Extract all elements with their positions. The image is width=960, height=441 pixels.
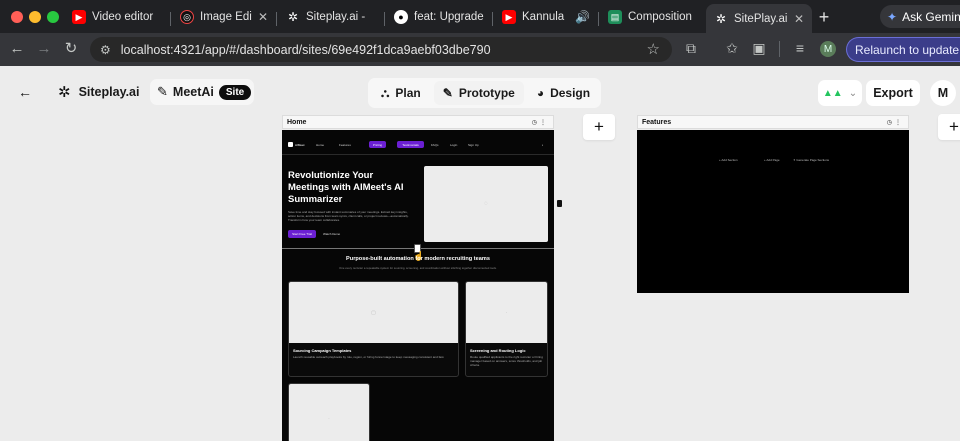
card-image-placeholder: · bbox=[289, 384, 369, 441]
plus-icon: + bbox=[594, 117, 604, 136]
browser-tab[interactable]: ✲ Siteplay.ai - bbox=[278, 4, 384, 30]
sitemap-icon: ⛬ bbox=[381, 85, 390, 100]
browser-tab[interactable]: ▶ Video editor bbox=[64, 4, 170, 30]
youtube-icon: ▶ bbox=[502, 10, 516, 24]
user-avatar[interactable]: M bbox=[930, 80, 956, 106]
close-tab-icon[interactable]: ✕ bbox=[258, 10, 268, 24]
maximize-window-button[interactable] bbox=[47, 11, 59, 23]
card-image-placeholder: ▢ bbox=[289, 282, 458, 343]
feature-card[interactable]: · bbox=[288, 383, 370, 441]
url-text: localhost:4321/app/#/dashboard/sites/69e… bbox=[120, 42, 491, 57]
section-heading: Purpose-built automation for modern recr… bbox=[346, 256, 490, 262]
start-trial-button[interactable]: Start Free Trial bbox=[288, 230, 316, 238]
gemini-sparkle-icon: ✦ bbox=[887, 9, 898, 24]
add-section-button[interactable]: + Add Section bbox=[719, 158, 738, 162]
back-button[interactable]: ← bbox=[14, 82, 36, 102]
aimeet-logo-icon bbox=[288, 142, 293, 147]
deploy-icon: ▲▲ bbox=[822, 87, 843, 99]
frame-actions-icon[interactable]: ◷⋮ bbox=[887, 119, 904, 126]
minimize-window-button[interactable] bbox=[29, 11, 41, 23]
close-window-button[interactable] bbox=[11, 11, 23, 23]
publish-status-dropdown[interactable]: ▲▲ ⌄ bbox=[818, 80, 862, 106]
browser-tab[interactable]: ▶ Kannula 🔊 bbox=[494, 4, 598, 30]
feature-card[interactable]: · Screening and Routing Logic Route qual… bbox=[465, 281, 548, 377]
palette-icon: ◕ bbox=[536, 86, 545, 100]
frame-header-home[interactable]: Home ◷⋮ bbox=[282, 115, 554, 129]
new-tab-button[interactable]: + bbox=[816, 7, 832, 28]
card-image-placeholder: · bbox=[466, 282, 547, 343]
view-mode-switcher: ⛬ Plan ✎ Prototype ◕ Design bbox=[368, 78, 601, 108]
extensions-icon[interactable]: ⧉ bbox=[682, 40, 700, 57]
site-badge: Site bbox=[218, 84, 252, 100]
pencil-icon: ✎ bbox=[442, 86, 453, 100]
add-page-link[interactable]: + Add Page bbox=[764, 158, 780, 162]
siteplay-icon: ✲ bbox=[287, 10, 299, 24]
close-tab-icon[interactable]: ✕ bbox=[794, 12, 804, 26]
address-bar[interactable]: ⚙ localhost:4321/app/#/dashboard/sites/6… bbox=[90, 37, 672, 62]
browser-tab[interactable]: ◎ Image Editor ✕ bbox=[172, 4, 276, 30]
frame-actions-icon[interactable]: ◷⋮ bbox=[532, 119, 549, 126]
arrow-left-icon: ← bbox=[18, 84, 32, 100]
profile-avatar[interactable]: M bbox=[820, 41, 836, 57]
browser-tab-bar: ▶ Video editor ◎ Image Editor ✕ ✲ Sitepl… bbox=[0, 0, 960, 33]
frame-side-handle[interactable] bbox=[557, 200, 562, 207]
reload-icon[interactable]: ↻ bbox=[62, 40, 80, 58]
add-page-button[interactable]: + bbox=[938, 114, 960, 140]
forward-icon[interactable]: → bbox=[35, 40, 53, 58]
chevron-down-icon: ⌄ bbox=[848, 87, 858, 99]
features-page-preview[interactable]: + Add Section + Add Page ✦ Generate Page… bbox=[637, 130, 909, 293]
feature-card[interactable]: ▢ Sourcing Campaign Templates Launch reu… bbox=[288, 281, 459, 377]
reading-list-icon[interactable]: ≡ bbox=[791, 40, 809, 56]
image-editor-icon: ◎ bbox=[180, 10, 194, 24]
plus-icon: + bbox=[949, 117, 959, 136]
speaker-icon[interactable]: 🔊 bbox=[575, 10, 590, 24]
brand[interactable]: ✲ Siteplay.ai bbox=[50, 79, 140, 105]
tab-prototype[interactable]: ✎ Prototype bbox=[433, 81, 524, 105]
browser-tab[interactable]: ▤ Composition bbox=[600, 4, 706, 30]
github-icon: ● bbox=[394, 10, 408, 24]
browser-tab-active[interactable]: ✲ SitePlay.ai | ✕ bbox=[706, 4, 812, 33]
back-icon[interactable]: ← bbox=[8, 40, 26, 58]
tab-search-icon[interactable]: ▣ bbox=[750, 40, 768, 57]
bookmarks-icon[interactable]: ✩ bbox=[723, 40, 741, 57]
watch-demo-button[interactable]: Watch Demo bbox=[323, 232, 340, 236]
generate-sections-button[interactable]: ✦ Generate Page Sections bbox=[793, 158, 829, 162]
siteplay-logo-icon: ✲ bbox=[58, 84, 71, 101]
site-info-icon[interactable]: ⚙ bbox=[100, 43, 111, 57]
siteplay-icon: ✲ bbox=[715, 11, 727, 26]
composition-icon: ▤ bbox=[608, 10, 622, 24]
relaunch-button[interactable]: Relaunch to update bbox=[846, 37, 960, 62]
frame-header-features[interactable]: Features ◷⋮ bbox=[637, 115, 909, 129]
export-button[interactable]: Export bbox=[866, 80, 920, 106]
tab-plan[interactable]: ⛬ Plan bbox=[372, 81, 430, 105]
tab-design[interactable]: ◕ Design bbox=[528, 81, 599, 105]
theme-toggle-icon[interactable]: ◐ bbox=[542, 143, 544, 147]
add-page-button[interactable]: + bbox=[583, 114, 615, 140]
ask-gemini-button[interactable]: ✦ Ask Gemini bbox=[880, 5, 960, 28]
project-selector[interactable]: ✎ MeetAi Site bbox=[150, 79, 254, 105]
browser-toolbar: ← → ↻ ⚙ localhost:4321/app/#/dashboard/s… bbox=[0, 33, 960, 66]
browser-tab[interactable]: ● feat: Upgrade bbox=[386, 4, 492, 30]
hero-heading: Revolutionize Your Meetings with AIMeet'… bbox=[288, 170, 404, 205]
section-subtext: One every recruiter a repeatable system … bbox=[339, 266, 497, 270]
hero-image-placeholder: ◌ bbox=[424, 166, 548, 242]
youtube-icon: ▶ bbox=[72, 10, 86, 24]
home-page-preview[interactable]: AIMeet Home Features Pricing Testimonial… bbox=[282, 130, 554, 441]
pencil-icon: ✎ bbox=[157, 84, 168, 99]
bookmark-star-icon[interactable]: ☆ bbox=[647, 40, 660, 58]
hero-subtext: Save time and stay focused with instant … bbox=[288, 210, 409, 222]
